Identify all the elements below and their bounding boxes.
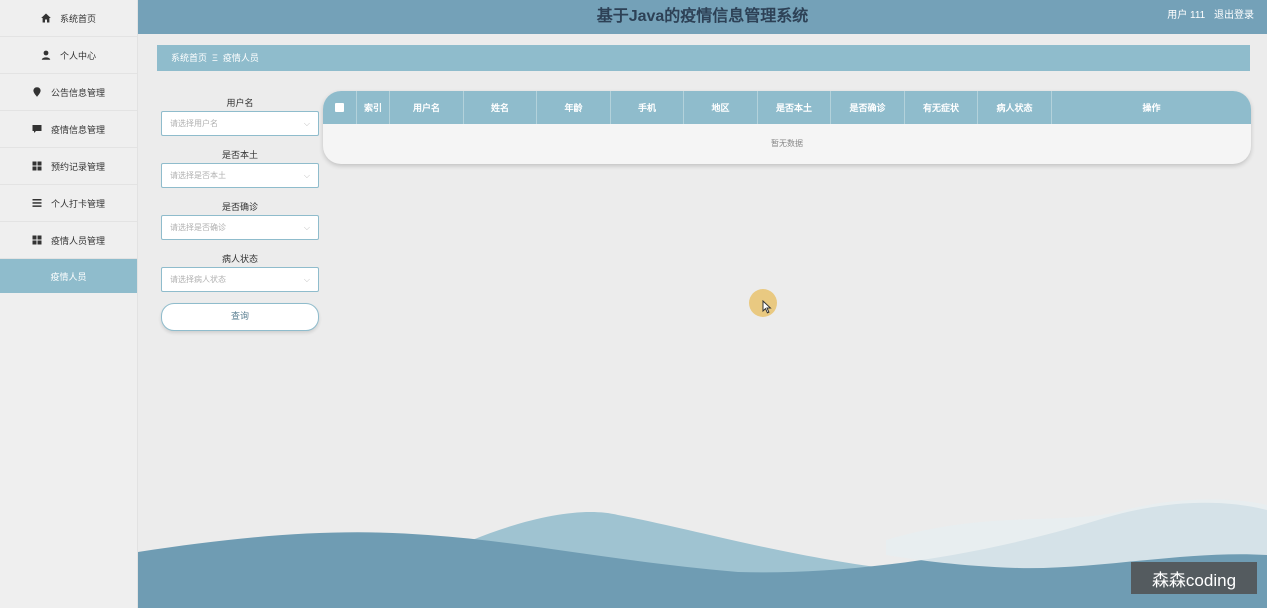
pin-icon bbox=[32, 87, 43, 98]
sidebar-item-appointments[interactable]: 预约记录管理 bbox=[0, 148, 137, 185]
logout-link[interactable]: 退出登录 bbox=[1214, 10, 1254, 21]
user-label: 用户 111 bbox=[1167, 10, 1206, 21]
home-icon bbox=[41, 13, 52, 24]
sidebar-item-label: 系统首页 bbox=[59, 13, 96, 24]
username-select[interactable]: 请选择用户名 ⌵ bbox=[161, 111, 319, 136]
breadcrumb-current: 疫情人员 bbox=[222, 53, 259, 63]
column-header: 有无症状 bbox=[905, 91, 978, 124]
status-select[interactable]: 请选择病人状态 ⌵ bbox=[161, 267, 319, 292]
breadcrumb-home[interactable]: 系统首页 bbox=[171, 53, 207, 63]
column-header: 病人状态 bbox=[978, 91, 1052, 124]
column-header: 是否确诊 bbox=[831, 91, 905, 124]
sidebar-item-checkins[interactable]: 个人打卡管理 bbox=[0, 185, 137, 222]
data-table: 索引 用户名 姓名 年龄 手机 地区 是否本土 是否确诊 有无症状 病人状态 操… bbox=[323, 91, 1251, 164]
wave-decoration bbox=[138, 499, 1267, 608]
sidebar-item-label: 公告信息管理 bbox=[50, 87, 105, 98]
grid-icon bbox=[32, 161, 43, 172]
column-header: 地区 bbox=[684, 91, 758, 124]
sidebar-item-home[interactable]: 系统首页 bbox=[0, 0, 137, 37]
sidebar: 系统首页 个人中心 公告信息管理 疫情信息管理 预约记录管理 个人打卡管理 疫情… bbox=[0, 0, 138, 608]
confirmed-label: 是否确诊 bbox=[221, 202, 258, 212]
column-header: 是否本土 bbox=[758, 91, 831, 124]
chevron-down-icon: ⌵ bbox=[303, 274, 310, 284]
column-header: 手机 bbox=[611, 91, 684, 124]
status-label: 病人状态 bbox=[221, 254, 258, 264]
table-header: 索引 用户名 姓名 年龄 手机 地区 是否本土 是否确诊 有无症状 病人状态 操… bbox=[323, 91, 1251, 124]
select-all-cell bbox=[323, 91, 357, 124]
sidebar-item-label: 个人打卡管理 bbox=[50, 198, 105, 209]
status-placeholder: 请选择病人状态 bbox=[170, 275, 226, 284]
empty-state: 暂无数据 bbox=[771, 139, 803, 148]
sidebar-item-personnel-mgmt[interactable]: 疫情人员管理 bbox=[0, 222, 137, 259]
breadcrumb: 系统首页 Ξ 疫情人员 bbox=[157, 45, 1250, 71]
column-header: 姓名 bbox=[464, 91, 537, 124]
column-header: 索引 bbox=[357, 91, 390, 124]
column-header: 年龄 bbox=[537, 91, 611, 124]
column-header: 操作 bbox=[1142, 103, 1161, 113]
sidebar-item-label: 疫情人员 bbox=[50, 271, 87, 282]
sidebar-item-label: 个人中心 bbox=[59, 50, 96, 61]
select-all-checkbox[interactable] bbox=[335, 103, 344, 112]
sidebar-item-epidemic-info[interactable]: 疫情信息管理 bbox=[0, 111, 137, 148]
sidebar-item-personnel[interactable]: 疫情人员 bbox=[0, 259, 137, 293]
local-select[interactable]: 请选择是否本土 ⌵ bbox=[161, 163, 319, 188]
sidebar-item-profile[interactable]: 个人中心 bbox=[0, 37, 137, 74]
confirmed-select[interactable]: 请选择是否确诊 ⌵ bbox=[161, 215, 319, 240]
sidebar-item-announcements[interactable]: 公告信息管理 bbox=[0, 74, 137, 111]
page-title: 基于Java的疫情信息管理系统 bbox=[596, 8, 809, 25]
username-placeholder: 请选择用户名 bbox=[170, 119, 218, 128]
confirmed-placeholder: 请选择是否确诊 bbox=[170, 223, 226, 232]
local-label: 是否本土 bbox=[221, 150, 258, 160]
filter-panel: 用户名 请选择用户名 ⌵ 是否本土 请选择是否本土 ⌵ 是否确诊 请选择是否确诊… bbox=[161, 95, 319, 331]
sidebar-item-label: 疫情信息管理 bbox=[50, 124, 105, 135]
person-icon bbox=[41, 50, 52, 61]
username-label: 用户名 bbox=[226, 98, 254, 108]
local-placeholder: 请选择是否本土 bbox=[170, 171, 226, 180]
chevron-down-icon: ⌵ bbox=[303, 222, 310, 232]
list-icon bbox=[32, 198, 43, 209]
grid-icon bbox=[32, 235, 43, 246]
message-icon bbox=[32, 124, 43, 135]
search-button[interactable]: 查询 bbox=[161, 303, 319, 331]
top-header: 基于Java的疫情信息管理系统 用户 111 退出登录 bbox=[138, 0, 1267, 34]
sidebar-item-label: 预约记录管理 bbox=[50, 161, 105, 172]
watermark: 森森coding bbox=[1131, 562, 1257, 594]
chevron-down-icon: ⌵ bbox=[303, 170, 310, 180]
user-area: 用户 111 退出登录 bbox=[1161, 0, 1254, 34]
sidebar-item-label: 疫情人员管理 bbox=[50, 235, 105, 246]
breadcrumb-separator: Ξ bbox=[212, 53, 218, 63]
mouse-pointer-icon bbox=[762, 300, 772, 314]
column-header: 用户名 bbox=[390, 91, 464, 124]
chevron-down-icon: ⌵ bbox=[303, 118, 310, 128]
